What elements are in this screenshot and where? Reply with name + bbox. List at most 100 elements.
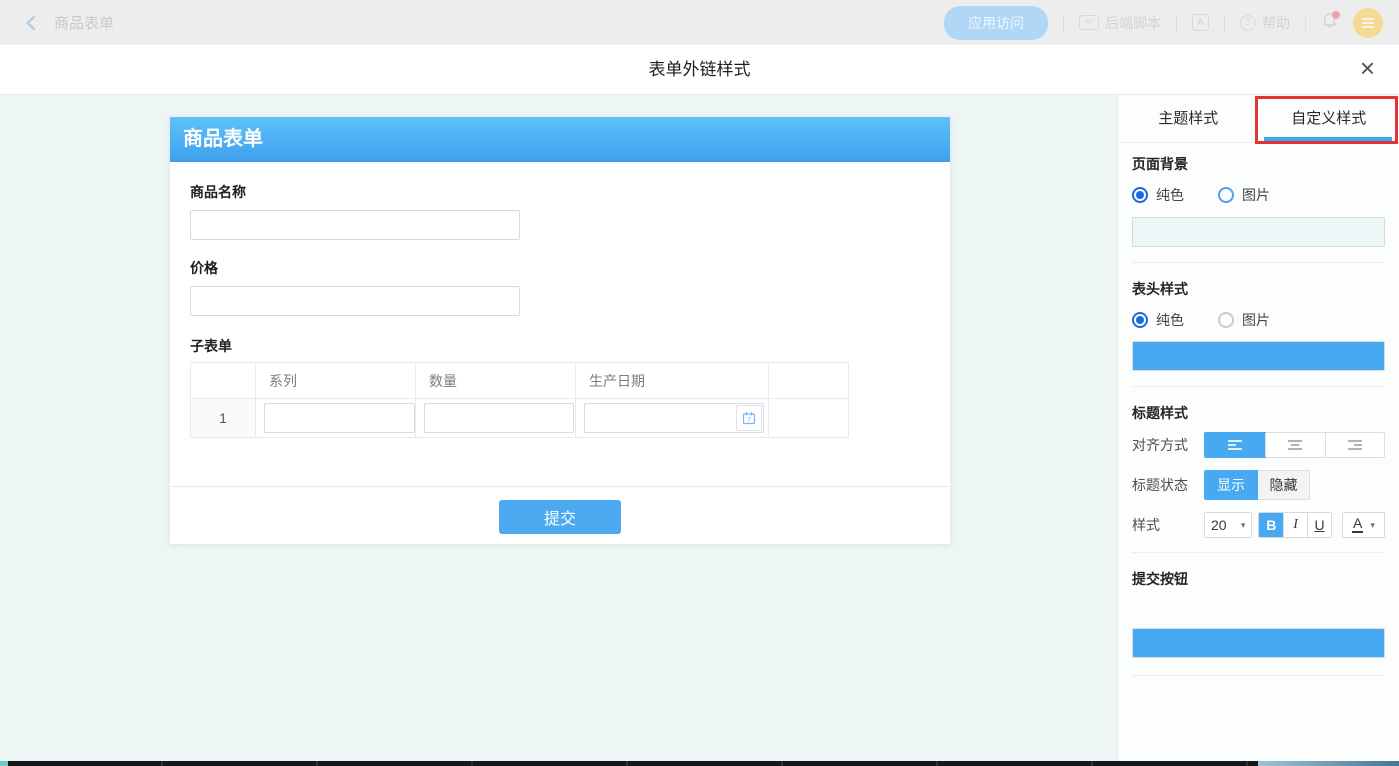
font-style-row: 样式 20 ▾ B I U A ▾	[1132, 512, 1385, 538]
tab-custom-style[interactable]: 自定义样式	[1259, 95, 1399, 142]
tab-theme-style[interactable]: 主题样式	[1118, 95, 1259, 142]
strip-segment	[8, 761, 1258, 766]
divider	[1132, 386, 1385, 387]
submit-button[interactable]: 提交	[499, 500, 621, 534]
submit-button-color-swatch[interactable]	[1132, 628, 1385, 658]
align-right-icon	[1347, 439, 1363, 451]
address-book-button[interactable]: A	[1192, 14, 1209, 31]
subform-col-blank-end	[769, 363, 849, 399]
notification-bell-button[interactable]	[1321, 12, 1338, 34]
form-preview-card: 商品表单 商品名称 价格 子表单 系列 数量 生产日期	[170, 117, 950, 544]
series-input[interactable]	[264, 403, 415, 433]
back-button[interactable]	[24, 15, 38, 31]
subform-header-row: 系列 数量 生产日期	[191, 363, 849, 399]
subform-col-series: 系列	[256, 363, 416, 399]
section-title-page-background: 页面背景	[1132, 157, 1385, 172]
price-input[interactable]	[190, 286, 520, 316]
divider	[1063, 14, 1064, 32]
subform-label: 子表单	[190, 339, 930, 354]
text-format-group: B I U	[1258, 512, 1332, 538]
divider	[1132, 675, 1385, 676]
form-header: 商品表单	[170, 117, 950, 162]
subform-table: 系列 数量 生产日期 1	[190, 362, 849, 438]
align-row: 对齐方式	[1132, 432, 1385, 458]
strip-segment	[1258, 761, 1399, 766]
user-avatar[interactable]	[1353, 8, 1383, 38]
chevron-left-icon	[24, 15, 38, 31]
topbar-actions: 应用访问 </> 后端脚本 A ? 帮助	[944, 0, 1383, 45]
quantity-input[interactable]	[424, 403, 574, 433]
topbar-form-title: 商品表单	[54, 12, 114, 33]
underline-button[interactable]: U	[1307, 513, 1331, 537]
page-background-type-options: 纯色 图片	[1132, 185, 1385, 205]
date-input-wrapper: 7	[584, 403, 764, 433]
radio-label-image[interactable]: 图片	[1242, 310, 1270, 330]
radio-label-solid[interactable]: 纯色	[1156, 310, 1184, 330]
font-style-label: 样式	[1132, 515, 1204, 535]
calendar-button[interactable]: 7	[736, 405, 762, 431]
page-background-color-swatch[interactable]	[1132, 217, 1385, 247]
app-access-button[interactable]: 应用访问	[944, 6, 1048, 40]
title-status-label: 标题状态	[1132, 475, 1204, 495]
topbar: 商品表单 应用访问 </> 后端脚本 A ? 帮助	[0, 0, 1399, 45]
align-label: 对齐方式	[1132, 435, 1204, 455]
divider	[1305, 14, 1306, 32]
question-icon: ?	[1240, 15, 1256, 31]
style-tabs: 主题样式 自定义样式	[1118, 95, 1399, 143]
title-show-button[interactable]: 显示	[1204, 470, 1258, 500]
notification-dot	[1332, 11, 1340, 19]
modal-title: 表单外链样式	[0, 45, 1399, 94]
form-footer: 提交	[170, 487, 950, 544]
header-color-swatch[interactable]	[1132, 341, 1385, 371]
align-right-button[interactable]	[1325, 433, 1385, 457]
row-blank-cell	[769, 399, 849, 438]
radio-image[interactable]	[1218, 187, 1234, 203]
align-left-icon	[1227, 439, 1243, 451]
title-status-group: 显示 隐藏	[1204, 470, 1310, 500]
subform-col-blank	[191, 363, 256, 399]
divider	[1132, 552, 1385, 553]
title-hide-button[interactable]: 隐藏	[1258, 470, 1310, 500]
font-color-icon: A	[1352, 517, 1363, 533]
radio-solid-color-selected[interactable]	[1132, 312, 1148, 328]
divider	[1224, 14, 1225, 32]
align-center-button[interactable]	[1265, 433, 1325, 457]
divider	[1176, 14, 1177, 32]
header-style-type-options: 纯色 图片	[1132, 310, 1385, 330]
section-title-header-style: 表头样式	[1132, 282, 1385, 297]
radio-image[interactable]	[1218, 312, 1234, 328]
chevron-down-icon: ▾	[1370, 520, 1375, 531]
style-settings-sidebar: 主题样式 自定义样式 页面背景 纯色 图片 表头样式 纯色 图片 标题样式 对齐…	[1117, 95, 1399, 766]
custom-style-panel: 页面背景 纯色 图片 表头样式 纯色 图片 标题样式 对齐方式	[1118, 157, 1399, 676]
svg-text:7: 7	[747, 417, 751, 424]
title-status-row: 标题状态 显示 隐藏	[1132, 470, 1385, 500]
product-name-input[interactable]	[190, 210, 520, 240]
radio-label-solid[interactable]: 纯色	[1156, 185, 1184, 205]
address-book-icon: A	[1192, 14, 1209, 31]
backend-script-button[interactable]: </> 后端脚本	[1079, 13, 1161, 33]
font-color-button[interactable]: A ▾	[1342, 512, 1385, 538]
divider	[1132, 262, 1385, 263]
chevron-down-icon: ▾	[1241, 520, 1246, 531]
bottom-edge-strip	[0, 761, 1399, 766]
modal-header: 表单外链样式 ×	[0, 45, 1399, 95]
align-button-group	[1204, 432, 1385, 458]
field-label-product-name: 商品名称	[190, 162, 930, 200]
subform-col-quantity: 数量	[416, 363, 576, 399]
radio-solid-color-selected[interactable]	[1132, 187, 1148, 203]
font-size-select[interactable]: 20 ▾	[1204, 512, 1252, 538]
align-center-icon	[1287, 439, 1303, 451]
bold-button[interactable]: B	[1259, 512, 1283, 538]
subform-row: 1 7	[191, 399, 849, 438]
help-button[interactable]: ? 帮助	[1240, 13, 1290, 33]
production-date-input[interactable]	[585, 404, 736, 432]
section-title-submit-button: 提交按钮	[1132, 572, 1385, 587]
subform-col-date: 生产日期	[576, 363, 769, 399]
field-label-price: 价格	[190, 261, 930, 276]
close-icon[interactable]: ×	[1360, 53, 1375, 84]
strip-segment	[0, 761, 8, 766]
radio-label-image[interactable]: 图片	[1242, 185, 1270, 205]
calendar-icon: 7	[742, 411, 756, 425]
italic-button[interactable]: I	[1283, 513, 1307, 537]
align-left-button[interactable]	[1204, 432, 1266, 458]
